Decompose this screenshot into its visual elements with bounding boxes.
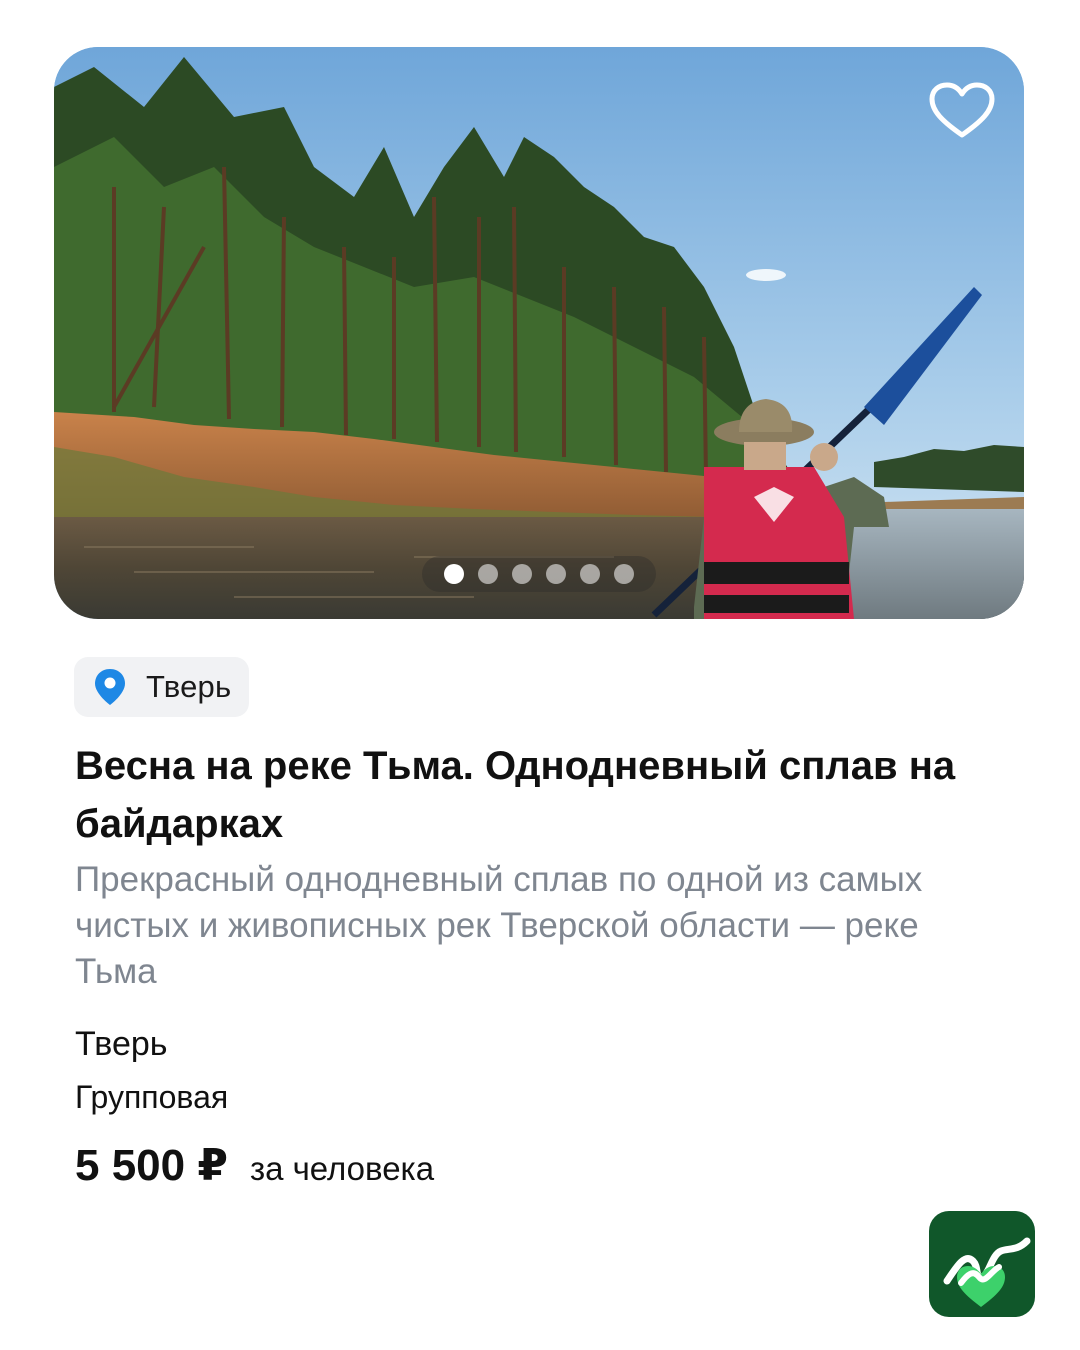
pager-dot-5[interactable] <box>580 564 600 584</box>
location-chip[interactable]: Тверь <box>74 657 250 717</box>
brand-logo-icon <box>929 1211 1035 1317</box>
pager-dot-2[interactable] <box>478 564 498 584</box>
brand-logo <box>929 1211 1035 1317</box>
tour-card-photo[interactable] <box>54 47 1024 619</box>
tour-description: Прекрасный однодневный сплав по одной из… <box>75 860 923 991</box>
tour-type: Групповая <box>75 1079 229 1115</box>
pager-dot-3[interactable] <box>512 564 532 584</box>
photo-pager <box>422 556 656 592</box>
pager-dot-1[interactable] <box>444 564 464 584</box>
location-chip-label: Тверь <box>146 669 232 704</box>
price-unit: за человека <box>249 1150 435 1187</box>
pager-dot-4[interactable] <box>546 564 566 584</box>
price-value: 5 500 ₽ <box>75 1141 228 1190</box>
tour-title[interactable]: Весна на реке Тьма. Однодневный сплав на… <box>75 737 1015 853</box>
kayak-on-river-photo <box>54 47 1024 619</box>
map-pin-icon <box>95 669 125 705</box>
tour-city: Тверь <box>75 1025 168 1063</box>
favorite-button[interactable] <box>928 81 996 141</box>
heart-outline-icon <box>929 82 995 138</box>
pager-dot-6[interactable] <box>614 564 634 584</box>
price-row: 5 500 ₽ за человека <box>75 1140 434 1191</box>
